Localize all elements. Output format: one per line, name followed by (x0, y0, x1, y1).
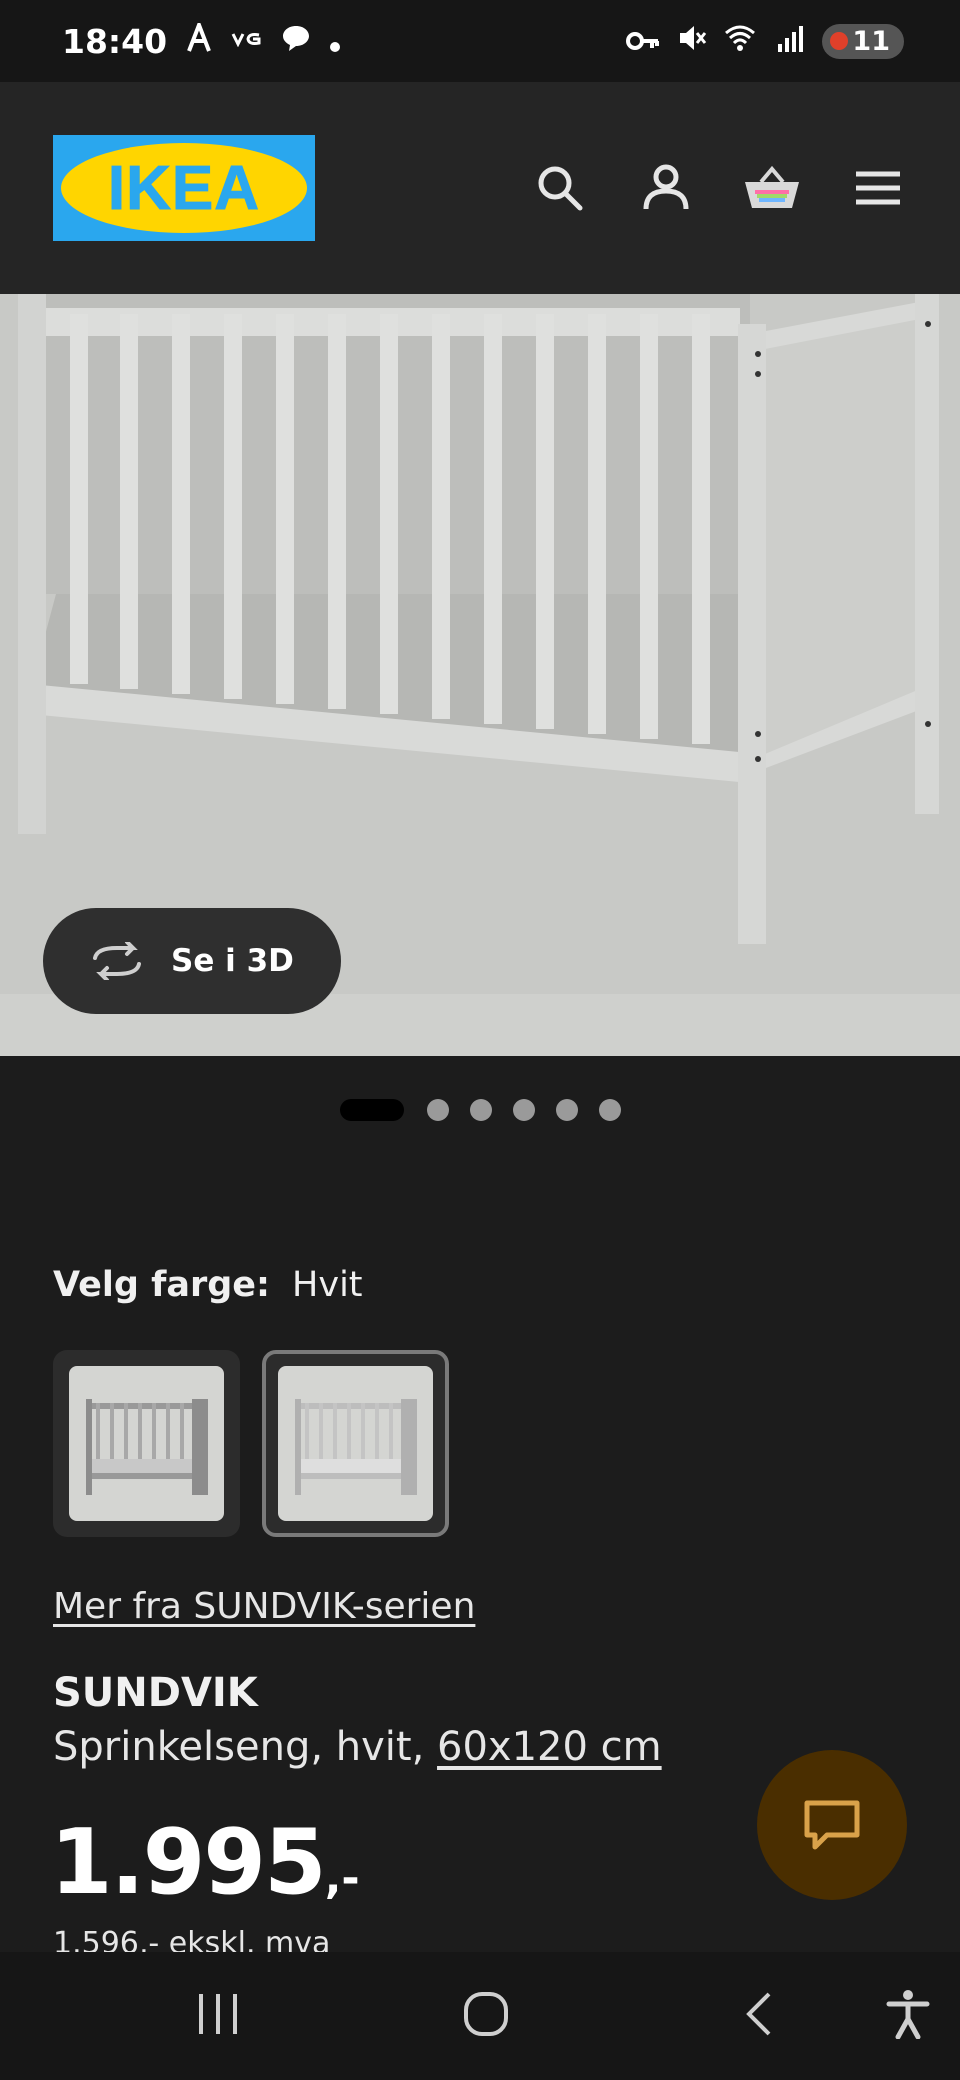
battery-indicator: 11 (822, 23, 904, 59)
product-price: 1.995,- (50, 1810, 360, 1915)
view-3d-label: Se i 3D (171, 943, 294, 979)
product-description-text: Sprinkelseng, hvit, (53, 1724, 438, 1770)
basket-button[interactable] (743, 159, 801, 217)
logo-text: IKEA (107, 153, 261, 223)
menu-icon (856, 171, 900, 205)
pagination-dot-active[interactable] (339, 1099, 404, 1121)
pagination-dot[interactable] (512, 1099, 535, 1121)
swatch-white[interactable] (262, 1350, 449, 1537)
price-excl-vat: 1.596,- ekskl. mva (53, 1926, 331, 1952)
crib-thumbnail-icon (85, 1398, 208, 1495)
wifi-6e-icon (724, 23, 760, 60)
swatch-white-thumbnail (278, 1366, 433, 1521)
crib-thumbnail-icon (294, 1398, 417, 1495)
key-icon (626, 25, 660, 58)
rotate-3d-icon (93, 942, 141, 980)
site-header: IKEA (0, 82, 960, 294)
recents-button[interactable] (190, 1982, 246, 2046)
color-selector-label: Velg farge: Hvit (53, 1265, 363, 1305)
search-icon (538, 166, 583, 211)
chat-icon (804, 1800, 860, 1850)
back-button[interactable] (730, 1982, 786, 2046)
swatch-grey-thumbnail (69, 1366, 224, 1521)
signal-icon (776, 24, 806, 59)
swatch-grey[interactable] (53, 1350, 240, 1537)
product-name: SUNDVIK (53, 1670, 258, 1716)
accessibility-icon (886, 1990, 930, 2039)
battery-saver-icon (830, 32, 849, 50)
gallery-pagination (0, 1099, 960, 1121)
font-a-icon (185, 18, 213, 60)
status-time: 18:40 (62, 21, 168, 61)
basket-icon (745, 166, 799, 208)
menu-button[interactable] (849, 159, 907, 217)
dot-icon (329, 22, 341, 61)
battery-level: 11 (852, 25, 890, 57)
back-icon (746, 1992, 771, 2036)
chat-bubble-icon (281, 24, 311, 59)
product-description: Sprinkelseng, hvit, 60x120 cm (53, 1724, 662, 1770)
ikea-logo[interactable]: IKEA (53, 135, 315, 241)
color-swatches (53, 1350, 449, 1537)
price-main: 1.995 (50, 1810, 327, 1915)
pagination-dot[interactable] (598, 1099, 621, 1121)
accessibility-button[interactable] (880, 1982, 936, 2046)
color-label: Velg farge: (53, 1265, 271, 1305)
search-button[interactable] (531, 159, 589, 217)
system-nav-bar (0, 1952, 960, 2080)
color-value: Hvit (292, 1265, 363, 1305)
home-button[interactable] (458, 1982, 514, 2046)
series-link[interactable]: Mer fra SUNDVIK-serien (53, 1586, 475, 1627)
pagination-dot[interactable] (469, 1099, 492, 1121)
price-suffix: ,- (324, 1853, 360, 1904)
pagination-dot[interactable] (426, 1099, 449, 1121)
home-icon (464, 1992, 508, 2036)
vg-icon (231, 31, 263, 51)
recents-icon (199, 1994, 237, 2034)
view-3d-button[interactable]: Se i 3D (43, 908, 341, 1014)
product-size-link[interactable]: 60x120 cm (437, 1724, 662, 1770)
account-button[interactable] (637, 159, 695, 217)
chat-button[interactable] (757, 1750, 907, 1900)
status-bar: 18:40 11 (0, 0, 960, 82)
mute-icon (676, 23, 708, 60)
pagination-dot[interactable] (555, 1099, 578, 1121)
user-icon (643, 164, 689, 210)
product-image-gallery[interactable]: Se i 3D (0, 294, 960, 1056)
